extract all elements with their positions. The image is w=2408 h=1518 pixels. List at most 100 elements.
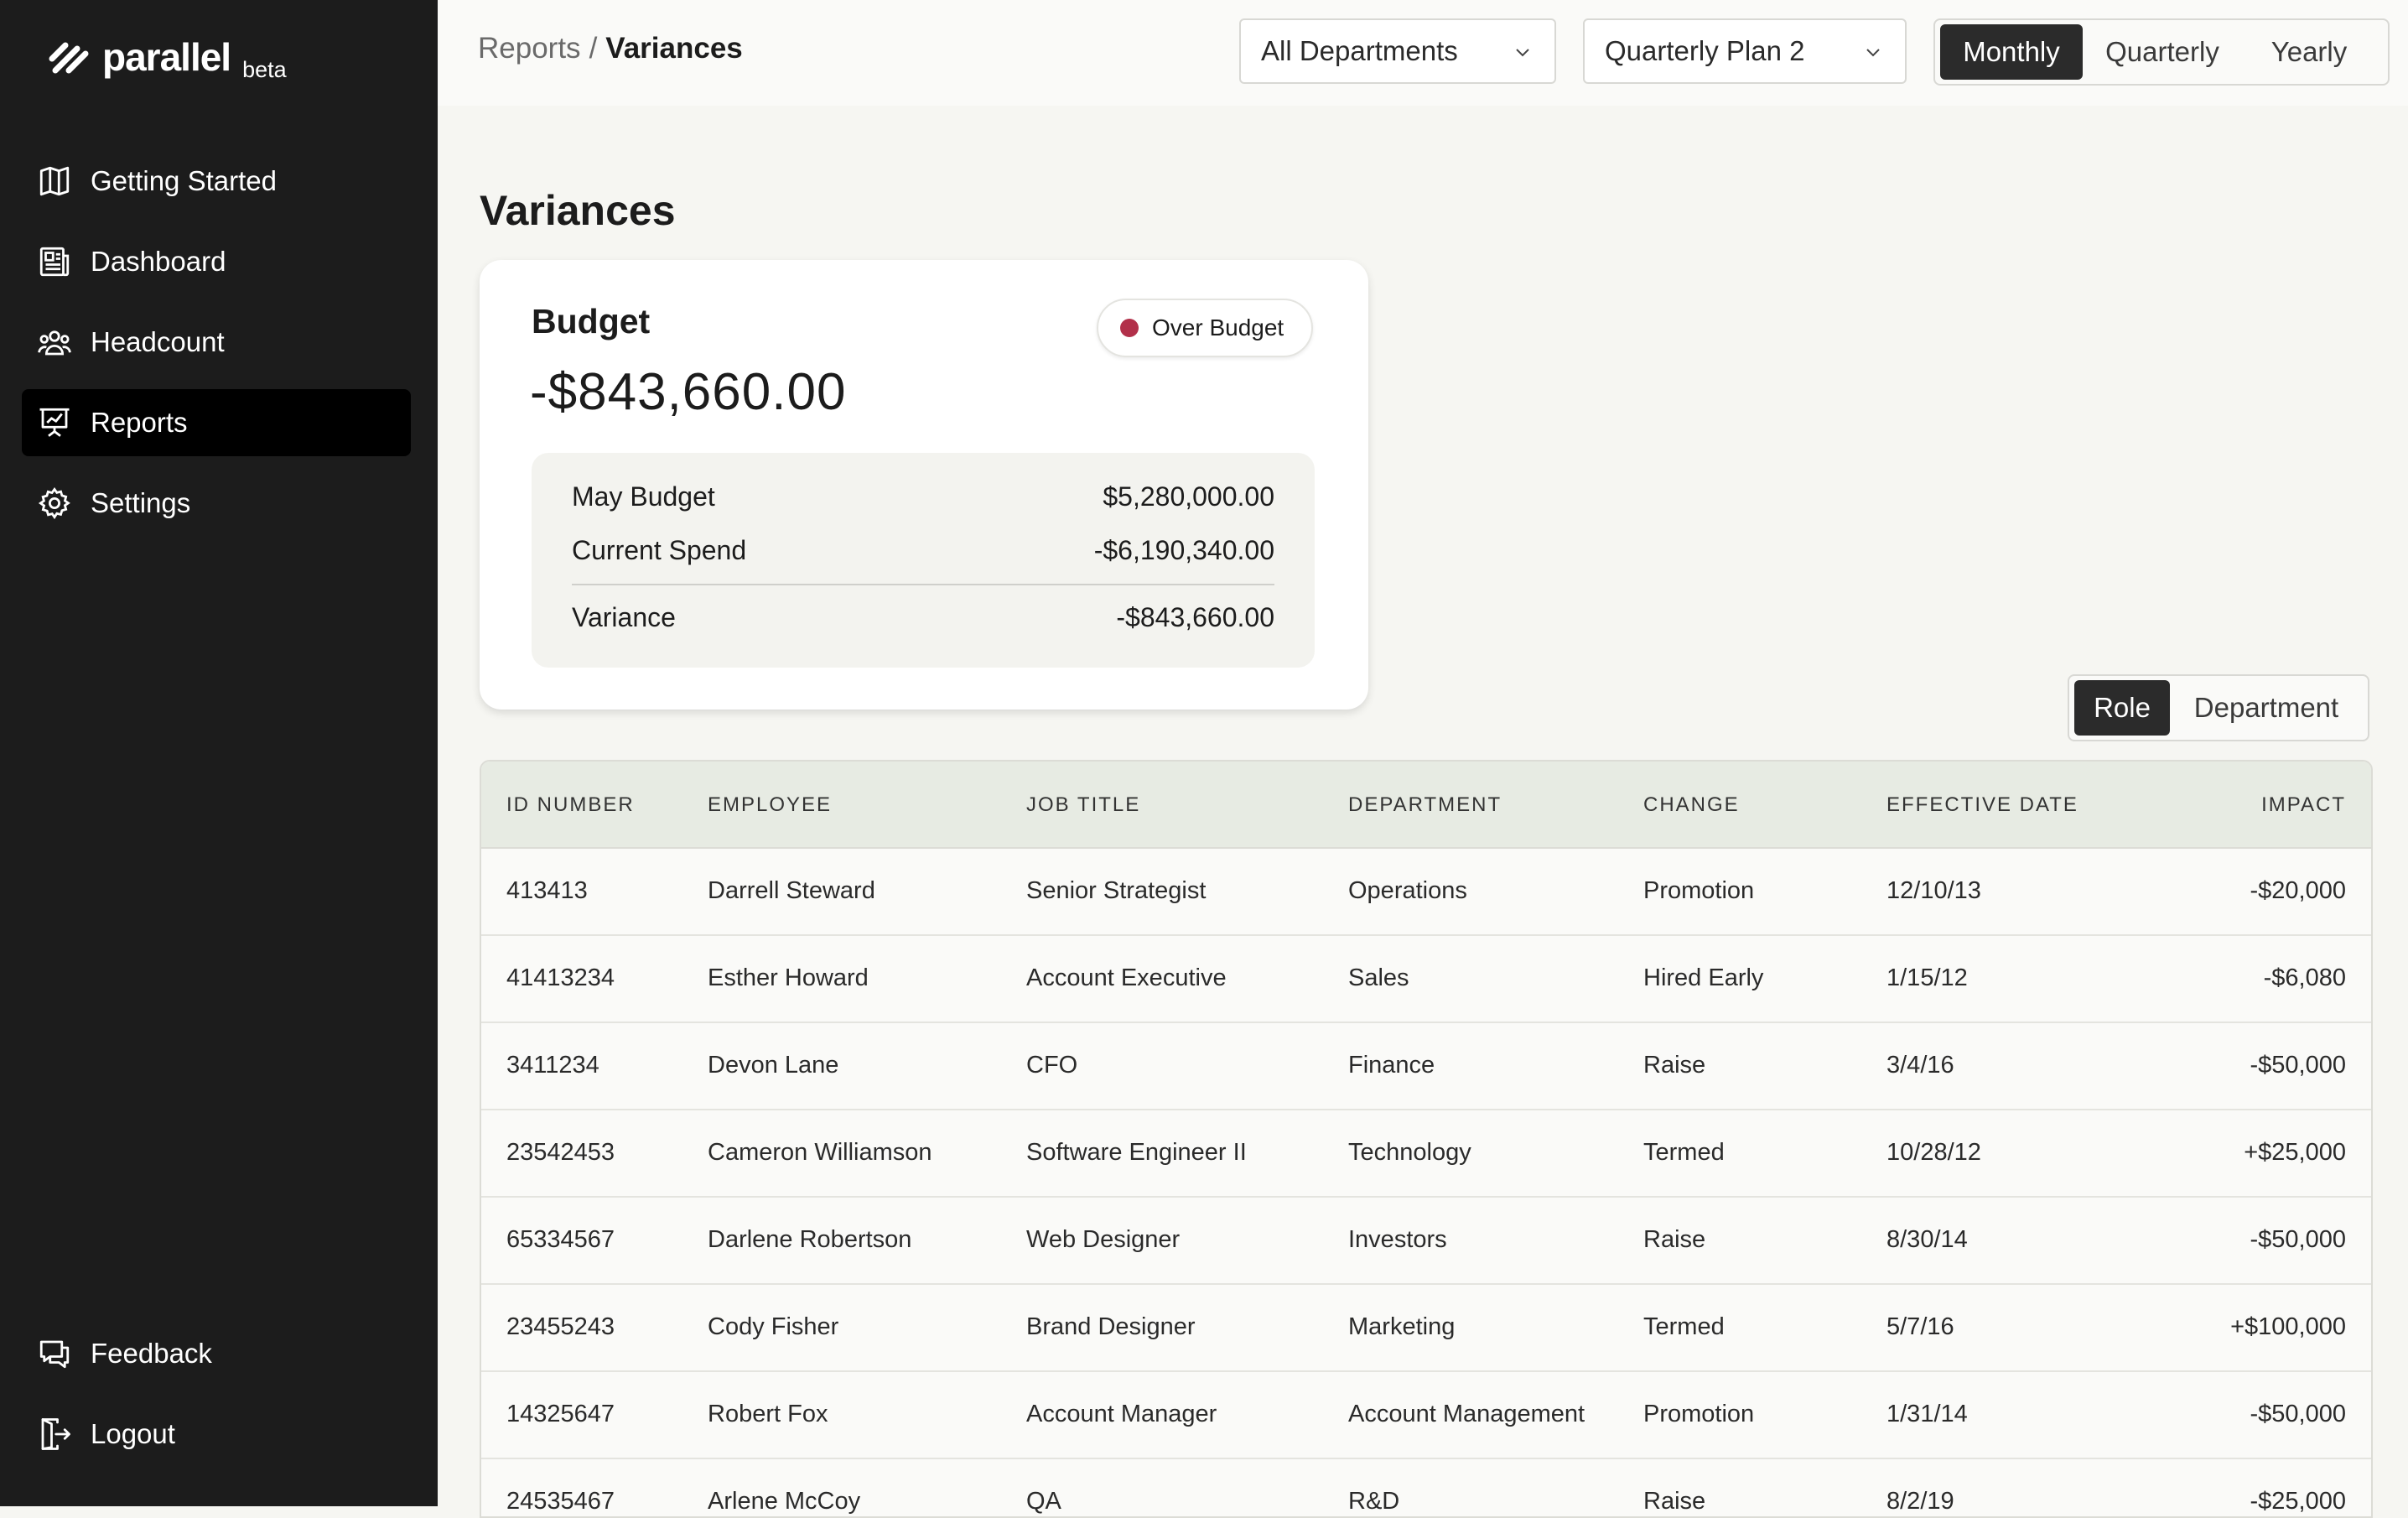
budget-breakdown: May Budget $5,280,000.00 Current Spend -… bbox=[532, 453, 1315, 668]
cell-employee: Cody Fisher bbox=[708, 1313, 839, 1340]
column-header-job-title[interactable]: JOB TITLE bbox=[1026, 793, 1140, 817]
table-row[interactable]: 3411234 Devon Lane CFO Finance Raise 3/4/16 -$… bbox=[481, 1023, 2371, 1110]
page-title: Variances bbox=[480, 187, 676, 234]
breadcrumb-separator: / bbox=[589, 32, 598, 65]
cell-employee: Devon Lane bbox=[708, 1052, 839, 1079]
cell-impact: -$25,000 bbox=[2250, 1488, 2347, 1515]
table-row[interactable]: 23455243 Cody Fisher Brand Designer Marketi… bbox=[481, 1285, 2371, 1372]
top-bar: Reports / Variances All Departments Quarte… bbox=[438, 0, 2408, 106]
chat-icon bbox=[39, 1340, 70, 1369]
department-select[interactable]: All Departments bbox=[1239, 18, 1556, 84]
period-yearly-button[interactable]: Yearly bbox=[2242, 24, 2376, 80]
cell-change: Promotion bbox=[1643, 877, 1755, 904]
column-header-employee[interactable]: EMPLOYEE bbox=[708, 793, 832, 817]
cell-effective-date: 1/31/14 bbox=[1886, 1401, 1968, 1427]
cell-id: 14325647 bbox=[506, 1401, 615, 1427]
sidebar-item-label: Getting Started bbox=[91, 165, 277, 196]
breadcrumb: Reports / Variances bbox=[478, 32, 743, 65]
cell-change: Raise bbox=[1643, 1488, 1706, 1515]
column-header-change[interactable]: CHANGE bbox=[1643, 793, 1740, 817]
presentation-chart-icon bbox=[39, 408, 70, 437]
cell-department: Investors bbox=[1348, 1226, 1447, 1253]
cell-employee: Esther Howard bbox=[708, 964, 869, 991]
table-row[interactable]: 65334567 Darlene Robertson Web Designer Inv… bbox=[481, 1198, 2371, 1285]
column-header-impact[interactable]: IMPACT bbox=[2261, 793, 2346, 817]
cell-id: 65334567 bbox=[506, 1226, 615, 1253]
period-monthly-button[interactable]: Monthly bbox=[1940, 24, 2083, 80]
status-badge-label: Over Budget bbox=[1152, 315, 1284, 341]
view-role-button[interactable]: Role bbox=[2074, 680, 2170, 736]
sidebar-item-headcount[interactable]: Headcount bbox=[22, 309, 411, 376]
breakdown-row-variance: Variance -$843,660.00 bbox=[572, 602, 1274, 633]
table-row[interactable]: 413413 Darrell Steward Senior Strategist Op… bbox=[481, 849, 2371, 936]
table-row[interactable]: 41413234 Esther Howard Account Executive Sa… bbox=[481, 936, 2371, 1023]
cell-change: Termed bbox=[1643, 1139, 1725, 1166]
period-quarterly-button[interactable]: Quarterly bbox=[2083, 24, 2242, 80]
breakdown-value: -$843,660.00 bbox=[1116, 602, 1274, 632]
view-department-button[interactable]: Department bbox=[2170, 680, 2363, 736]
cell-job-title: Account Manager bbox=[1026, 1401, 1217, 1427]
table-body: 413413 Darrell Steward Senior Strategist Op… bbox=[481, 849, 2371, 1516]
sidebar-item-label: Feedback bbox=[91, 1338, 212, 1369]
cell-department: Finance bbox=[1348, 1052, 1435, 1079]
plan-select[interactable]: Quarterly Plan 2 bbox=[1583, 18, 1907, 84]
cell-effective-date: 8/2/19 bbox=[1886, 1488, 1954, 1515]
cell-id: 413413 bbox=[506, 877, 588, 904]
cell-id: 23455243 bbox=[506, 1313, 615, 1340]
cell-department: Account Management bbox=[1348, 1401, 1585, 1427]
period-toggle: Monthly Quarterly Yearly bbox=[1933, 18, 2390, 86]
people-icon bbox=[38, 330, 71, 356]
column-header-department[interactable]: DEPARTMENT bbox=[1348, 793, 1502, 817]
sidebar-item-getting-started[interactable]: Getting Started bbox=[22, 148, 411, 215]
logout-icon bbox=[41, 1418, 70, 1450]
cell-effective-date: 1/15/12 bbox=[1886, 964, 1968, 991]
cell-effective-date: 10/28/12 bbox=[1886, 1139, 1981, 1166]
view-toggle: Role Department bbox=[2068, 674, 2369, 741]
cell-job-title: QA bbox=[1026, 1488, 1061, 1515]
cell-job-title: Senior Strategist bbox=[1026, 877, 1207, 904]
cell-effective-date: 3/4/16 bbox=[1886, 1052, 1954, 1079]
column-header-effective-date[interactable]: EFFECTIVE DATE bbox=[1886, 793, 2078, 817]
cell-department: Sales bbox=[1348, 964, 1409, 991]
column-header-id[interactable]: ID NUMBER bbox=[506, 793, 635, 817]
cell-effective-date: 5/7/16 bbox=[1886, 1313, 1954, 1340]
breadcrumb-current: Variances bbox=[605, 32, 743, 65]
cell-department: Operations bbox=[1348, 877, 1467, 904]
breadcrumb-parent[interactable]: Reports bbox=[478, 32, 581, 65]
sidebar-item-settings[interactable]: Settings bbox=[22, 470, 411, 537]
cell-job-title: Web Designer bbox=[1026, 1226, 1181, 1253]
newspaper-icon bbox=[39, 247, 70, 277]
brand-name: parallel bbox=[102, 35, 231, 79]
variances-table: ID NUMBER EMPLOYEE JOB TITLE DEPARTMENT … bbox=[480, 760, 2373, 1518]
cell-change: Raise bbox=[1643, 1226, 1706, 1253]
cell-impact: -$6,080 bbox=[2263, 964, 2346, 991]
table-header: ID NUMBER EMPLOYEE JOB TITLE DEPARTMENT … bbox=[481, 762, 2371, 849]
table-row[interactable]: 23542453 Cameron Williamson Software Engin… bbox=[481, 1110, 2371, 1198]
gear-icon bbox=[38, 486, 70, 520]
brand-logo[interactable]: parallel beta bbox=[47, 34, 287, 82]
cell-job-title: Brand Designer bbox=[1026, 1313, 1196, 1340]
breakdown-divider bbox=[572, 584, 1274, 585]
cell-department: R&D bbox=[1348, 1488, 1400, 1515]
cell-impact: -$50,000 bbox=[2250, 1401, 2347, 1427]
cell-department: Technology bbox=[1348, 1139, 1471, 1166]
sidebar-item-reports[interactable]: Reports bbox=[22, 389, 411, 456]
budget-heading: Budget bbox=[532, 302, 651, 341]
cell-employee: Cameron Williamson bbox=[708, 1139, 932, 1166]
cell-change: Raise bbox=[1643, 1052, 1706, 1079]
cell-id: 3411234 bbox=[506, 1052, 599, 1079]
sidebar-item-dashboard[interactable]: Dashboard bbox=[22, 228, 411, 295]
chevron-down-icon bbox=[1866, 49, 1880, 57]
cell-impact: -$50,000 bbox=[2250, 1052, 2347, 1079]
sidebar-item-label: Headcount bbox=[91, 326, 225, 357]
cell-job-title: Software Engineer II bbox=[1026, 1139, 1247, 1166]
department-select-value: All Departments bbox=[1261, 35, 1458, 66]
breakdown-row-budget: May Budget $5,280,000.00 bbox=[572, 481, 1274, 512]
sidebar-item-label: Settings bbox=[91, 487, 191, 518]
table-row[interactable]: 14325647 Robert Fox Account Manager Account… bbox=[481, 1372, 2371, 1459]
sidebar-item-logout[interactable]: Logout bbox=[22, 1401, 411, 1468]
sidebar-item-feedback[interactable]: Feedback bbox=[22, 1320, 411, 1387]
sidebar: parallel beta Getting Started Dashboard … bbox=[0, 0, 438, 1506]
breakdown-label: Current Spend bbox=[572, 535, 747, 565]
table-row[interactable]: 24535467 Arlene McCoy QA R&D Raise 8/2/19 -$25… bbox=[481, 1459, 2371, 1516]
